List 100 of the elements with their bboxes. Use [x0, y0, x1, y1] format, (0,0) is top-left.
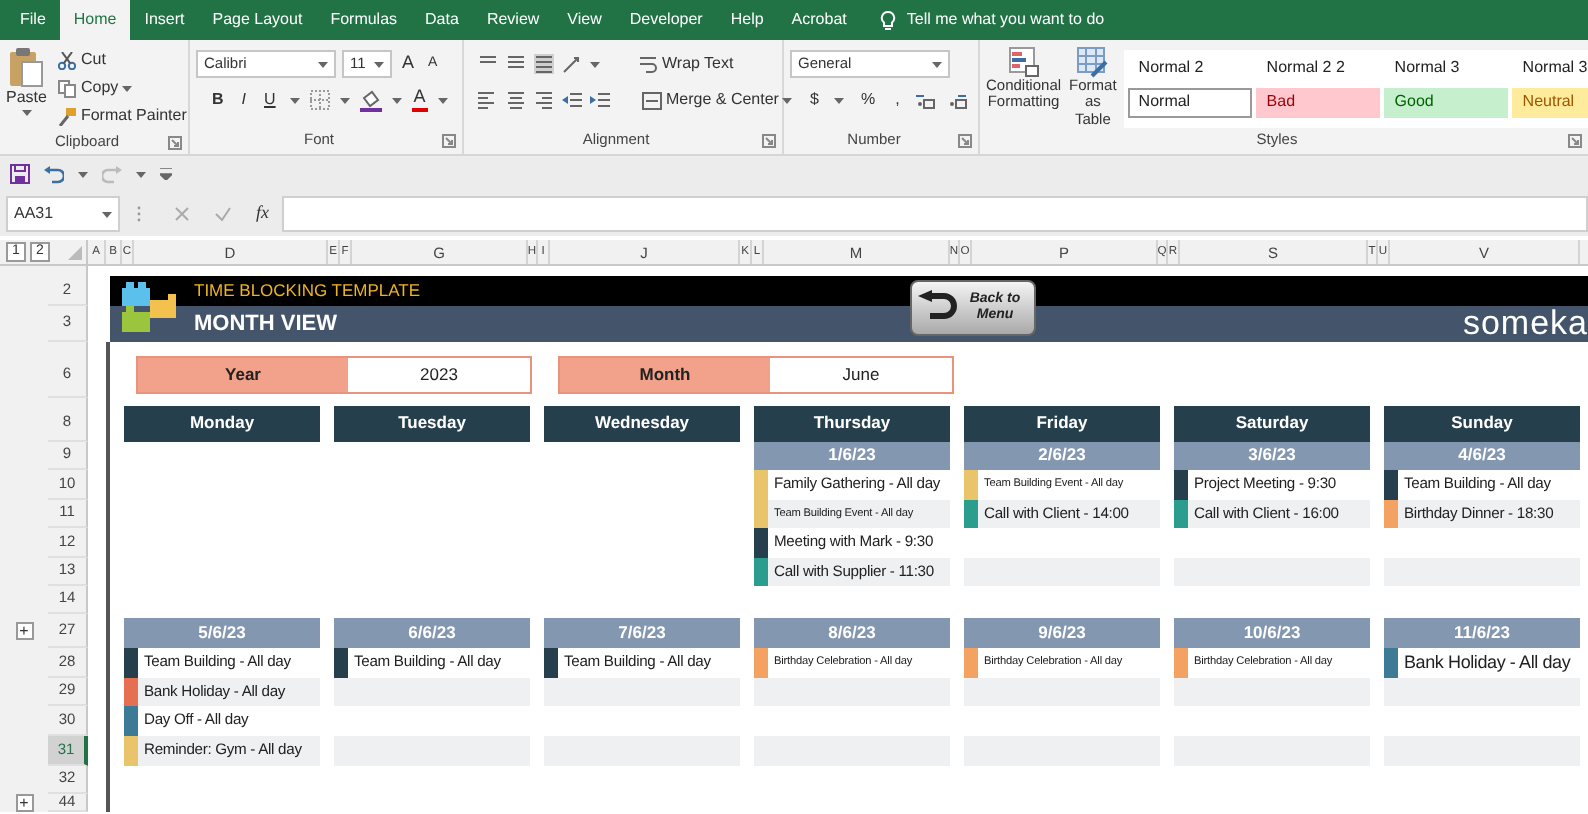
caret-icon	[78, 171, 88, 177]
weekday-header: Tuesday	[334, 406, 530, 442]
formula-input[interactable]	[281, 196, 1588, 232]
align-right-icon[interactable]	[534, 90, 554, 110]
date-header: 3/6/23	[1174, 442, 1370, 470]
cut-button[interactable]: Cut	[54, 46, 191, 74]
align-center-icon[interactable]	[506, 90, 526, 110]
date-header: 4/6/23	[1384, 442, 1580, 470]
ribbon-tab[interactable]: Insert	[130, 0, 199, 40]
table-icon	[1076, 46, 1109, 78]
caret-icon	[932, 61, 942, 67]
percent-button[interactable]: %	[856, 86, 880, 114]
merge-center-button[interactable]: Merge & Center	[638, 86, 797, 114]
redo-icon[interactable]	[102, 165, 122, 183]
dialog-launcher-icon[interactable]	[168, 135, 182, 149]
caret-icon	[318, 61, 328, 67]
date-header: 11/6/23	[1384, 618, 1580, 648]
ribbon-tab[interactable]: Help	[716, 0, 778, 40]
caret-icon	[834, 97, 845, 103]
scissors-icon	[58, 51, 77, 69]
dialog-launcher-icon[interactable]	[958, 133, 972, 147]
paste-button[interactable]: Paste	[6, 46, 47, 130]
caret-icon	[136, 171, 146, 177]
lightbulb-icon	[880, 9, 897, 31]
ribbon-tab[interactable]: Developer	[615, 0, 717, 40]
date-header: 10/6/23	[1174, 618, 1370, 648]
cell-style-option[interactable]: Good	[1384, 88, 1509, 118]
ribbon-tab[interactable]: Data	[411, 0, 473, 40]
insert-function-button[interactable]: fx	[256, 204, 269, 224]
date-header: 9/6/23	[964, 618, 1160, 648]
font-color-button[interactable]: A	[411, 89, 428, 111]
borders-icon[interactable]	[309, 90, 330, 110]
event-text: Bank Holiday - All day	[1402, 649, 1571, 676]
weekday-header: Wednesday	[544, 406, 740, 442]
weekday-header: Sunday	[1384, 406, 1580, 442]
clipboard-icon	[8, 46, 45, 88]
decrease-indent-icon[interactable]	[562, 90, 582, 110]
ribbon-tab[interactable]: File	[6, 0, 60, 40]
weekday-header: Thursday	[754, 406, 950, 442]
weekday-header: Saturday	[1174, 406, 1370, 442]
weekday-header: Friday	[964, 406, 1160, 442]
conditional-formatting-icon	[1007, 46, 1040, 78]
caret-icon	[21, 109, 32, 116]
view-title: MONTH VIEW	[194, 311, 337, 337]
name-box[interactable]: AA31	[6, 196, 120, 232]
cell-style-option[interactable]: Normal	[1128, 88, 1253, 118]
format-painter-button[interactable]: Format Painter	[54, 102, 191, 130]
caret-icon	[122, 85, 133, 91]
grow-font-button[interactable]: A	[398, 50, 419, 78]
grip-icon	[136, 204, 142, 224]
ribbon-tab[interactable]: Review	[472, 0, 554, 40]
date-header: 6/6/23	[334, 618, 530, 648]
enter-icon[interactable]	[214, 206, 232, 222]
ribbon-tab[interactable]: View	[553, 0, 616, 40]
tell-me-text[interactable]: Tell me what you want to do	[906, 11, 1105, 29]
save-icon[interactable]	[10, 164, 30, 184]
currency-button[interactable]: $	[806, 86, 823, 114]
caret-icon	[102, 211, 112, 217]
dialog-launcher-icon[interactable]	[1568, 133, 1582, 148]
cell-style-option[interactable]: Bad	[1256, 88, 1381, 118]
comma-button[interactable]: ,	[891, 86, 904, 114]
ribbon-tab[interactable]: Formulas	[316, 0, 412, 40]
ribbon-tab[interactable]: Acrobat	[777, 0, 861, 40]
decrease-decimal-icon[interactable]	[947, 91, 968, 109]
text-orientation-icon[interactable]	[562, 54, 582, 74]
dialog-launcher-icon[interactable]	[442, 133, 456, 147]
ribbon-tab[interactable]: Home	[59, 0, 131, 40]
increase-indent-icon[interactable]	[590, 90, 610, 110]
wrap-text-icon	[640, 55, 658, 73]
fill-bucket-icon[interactable]	[359, 89, 382, 111]
underline-button[interactable]: U	[260, 86, 280, 114]
copy-button[interactable]: Copy	[54, 74, 191, 102]
paintbrush-icon	[58, 107, 77, 125]
copy-icon	[58, 79, 77, 97]
undo-icon[interactable]	[44, 165, 64, 183]
template-title: TIME BLOCKING TEMPLATE	[194, 281, 421, 301]
customize-toolbar-icon[interactable]	[160, 168, 172, 180]
caret-icon	[289, 97, 300, 103]
weekday-header: Monday	[124, 406, 320, 442]
wrap-text-button[interactable]: Wrap Text	[636, 50, 738, 78]
italic-button[interactable]: I	[237, 86, 251, 114]
cancel-icon[interactable]	[174, 206, 190, 222]
align-bottom-icon[interactable]	[534, 54, 554, 74]
increase-decimal-icon[interactable]	[915, 91, 936, 109]
select-all-icon[interactable]	[68, 245, 82, 259]
caret-icon	[782, 97, 793, 103]
caret-icon	[391, 97, 402, 103]
ribbon-tab[interactable]: Page Layout	[198, 0, 317, 40]
date-header: 2/6/23	[964, 442, 1160, 470]
dialog-launcher-icon[interactable]	[762, 133, 776, 147]
cell-style-option[interactable]: Neutral	[1512, 88, 1588, 118]
caret-icon	[374, 61, 384, 67]
brand-logo: someka	[1462, 306, 1588, 342]
align-middle-icon[interactable]	[506, 54, 526, 74]
date-header: 1/6/23	[754, 442, 950, 470]
date-header: 5/6/23	[124, 618, 320, 648]
date-header: 7/6/23	[544, 618, 740, 648]
caret-icon	[437, 97, 448, 103]
align-left-icon[interactable]	[478, 90, 498, 110]
bold-button[interactable]: B	[208, 86, 228, 114]
